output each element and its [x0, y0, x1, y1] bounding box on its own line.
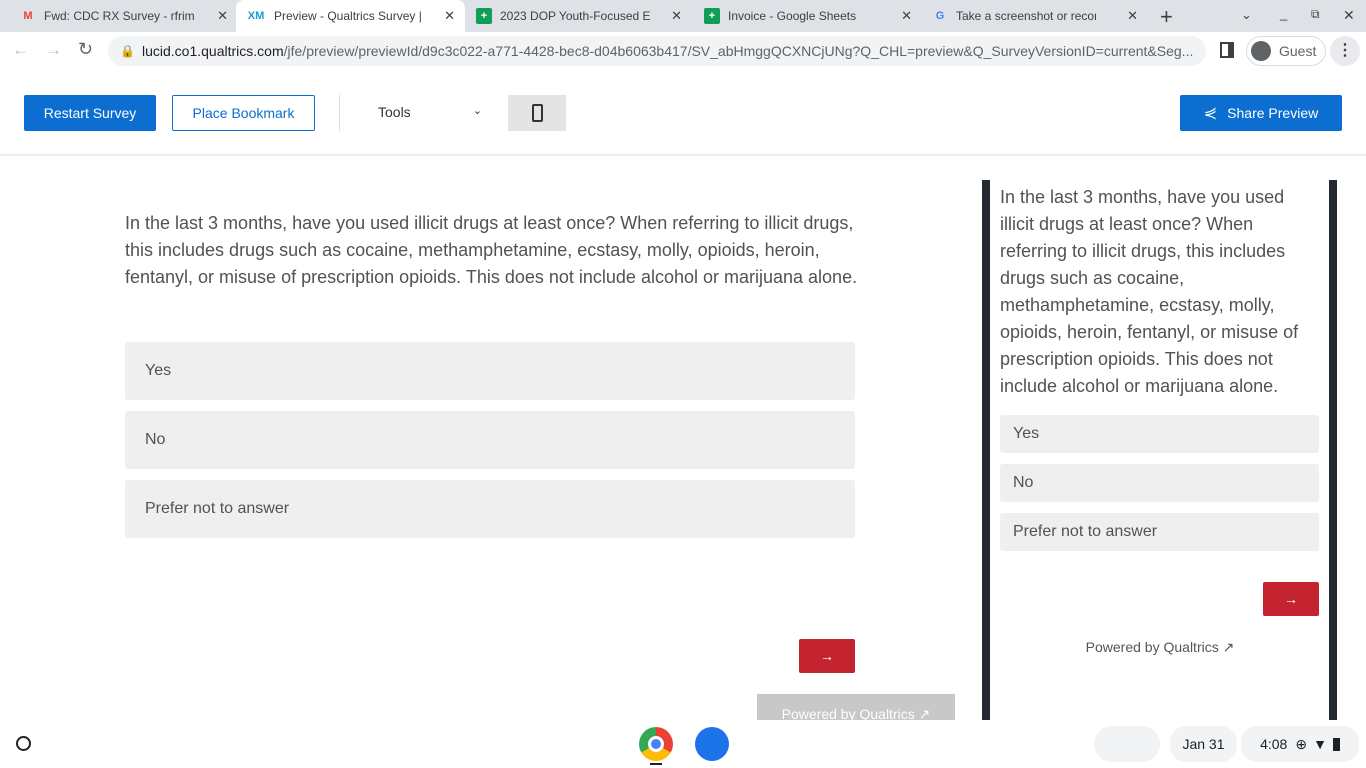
close-tab-icon[interactable]: ✕ — [671, 8, 682, 24]
share-preview-button[interactable]: ⋞ Share Preview — [1180, 95, 1342, 131]
battery-icon — [1332, 737, 1340, 751]
back-icon[interactable]: ← — [12, 40, 29, 60]
mobile-option-yes[interactable]: Yes — [1000, 415, 1319, 453]
profile-button[interactable]: Guest — [1246, 36, 1326, 66]
tab-qualtrics[interactable]: XMPreview - Qualtrics Survey | Qualtrics… — [236, 0, 465, 32]
chevron-down-icon: ⌄ — [472, 105, 482, 117]
tab-search-icon[interactable]: ⌄ — [1241, 7, 1252, 23]
option-prefer-not[interactable]: Prefer not to answer — [125, 480, 855, 538]
address-bar-row: ← → ↻ 🔒 lucid.co1.qualtrics.com/jfe/previ… — [0, 32, 1366, 70]
question-text: In the last 3 months, have you used illi… — [125, 213, 858, 287]
close-tab-icon[interactable]: ✕ — [1127, 8, 1138, 24]
chrome-icon[interactable] — [639, 727, 673, 761]
tab-sheets-dop[interactable]: +2023 DOP Youth-Focused Envi ✕ — [466, 0, 692, 32]
powered-by-link[interactable]: Powered by Qualtrics ↗ — [757, 694, 955, 720]
new-tab-button[interactable]: + — [1160, 4, 1173, 30]
close-tab-icon[interactable]: ✕ — [901, 8, 912, 24]
side-panel-icon[interactable] — [1220, 42, 1234, 58]
close-tab-icon[interactable]: ✕ — [444, 8, 455, 24]
launcher-icon[interactable] — [16, 736, 31, 751]
minimize-icon[interactable]: _ — [1280, 6, 1287, 21]
reload-icon[interactable]: ↻ — [78, 39, 93, 60]
phone-frame-right — [1329, 180, 1337, 720]
mobile-view-toggle[interactable] — [508, 95, 566, 131]
share-icon: ⋞ — [1203, 105, 1218, 122]
status-tray[interactable]: 4:08 ⊕ ▼ — [1241, 726, 1359, 762]
preview-toolbar: Restart Survey Place Bookmark Tools ⌄ ⋞ Sh… — [0, 70, 1366, 156]
system-shelf: Jan 31 4:08 ⊕ ▼ — [0, 720, 1366, 768]
tab-strip: MFwd: CDC RX Survey - rfrimpong✕ XMPrevi… — [0, 0, 1366, 32]
url-input[interactable]: 🔒 lucid.co1.qualtrics.com/jfe/preview/pre… — [108, 36, 1206, 66]
active-indicator — [650, 763, 662, 765]
close-window-icon[interactable]: ✕ — [1343, 7, 1355, 24]
restore-icon[interactable]: ⧉ — [1311, 7, 1320, 22]
lock-icon: 🔒 — [120, 44, 135, 58]
phone-icon — [531, 104, 543, 122]
mobile-next-button[interactable]: → — [1263, 582, 1319, 616]
avatar-icon — [1251, 41, 1271, 61]
files-icon[interactable] — [695, 727, 729, 761]
option-no[interactable]: No — [125, 411, 855, 469]
google-icon: G — [935, 10, 945, 22]
option-yes[interactable]: Yes — [125, 342, 855, 400]
tab-google[interactable]: GTake a screenshot or record your✕ — [922, 0, 1148, 32]
mobile-option-no[interactable]: No — [1000, 464, 1319, 502]
forward-icon[interactable]: → — [45, 40, 62, 60]
divider — [339, 95, 340, 131]
holding-space-thumbnails[interactable] — [1094, 726, 1160, 762]
next-button[interactable]: → — [799, 639, 855, 673]
mobile-question-text: In the last 3 months, have you used illi… — [1000, 187, 1299, 396]
sheets-icon: + — [476, 8, 492, 24]
sheets-icon: + — [704, 8, 720, 24]
xm-icon: XM — [247, 10, 265, 22]
gmail-icon: M — [23, 10, 33, 22]
restart-survey-button[interactable]: Restart Survey — [24, 95, 156, 131]
menu-icon[interactable]: ⋮ — [1330, 36, 1360, 66]
mobile-option-prefer-not[interactable]: Prefer not to answer — [1000, 513, 1319, 551]
date-pill[interactable]: Jan 31 — [1170, 726, 1237, 762]
close-tab-icon[interactable]: ✕ — [217, 8, 228, 24]
place-bookmark-button[interactable]: Place Bookmark — [172, 95, 315, 131]
tab-gmail[interactable]: MFwd: CDC RX Survey - rfrimpong✕ — [10, 0, 238, 32]
phone-frame-left — [982, 180, 990, 720]
add-icon: ⊕ — [1295, 735, 1308, 752]
mobile-powered-by-link[interactable]: Powered by Qualtrics ↗ — [1000, 639, 1320, 656]
tools-dropdown[interactable]: Tools ⌄ — [378, 104, 482, 120]
tab-sheets-invoice[interactable]: + Invoice - Google Sheets ✕ — [694, 0, 922, 32]
wifi-icon: ▼ — [1313, 736, 1327, 752]
